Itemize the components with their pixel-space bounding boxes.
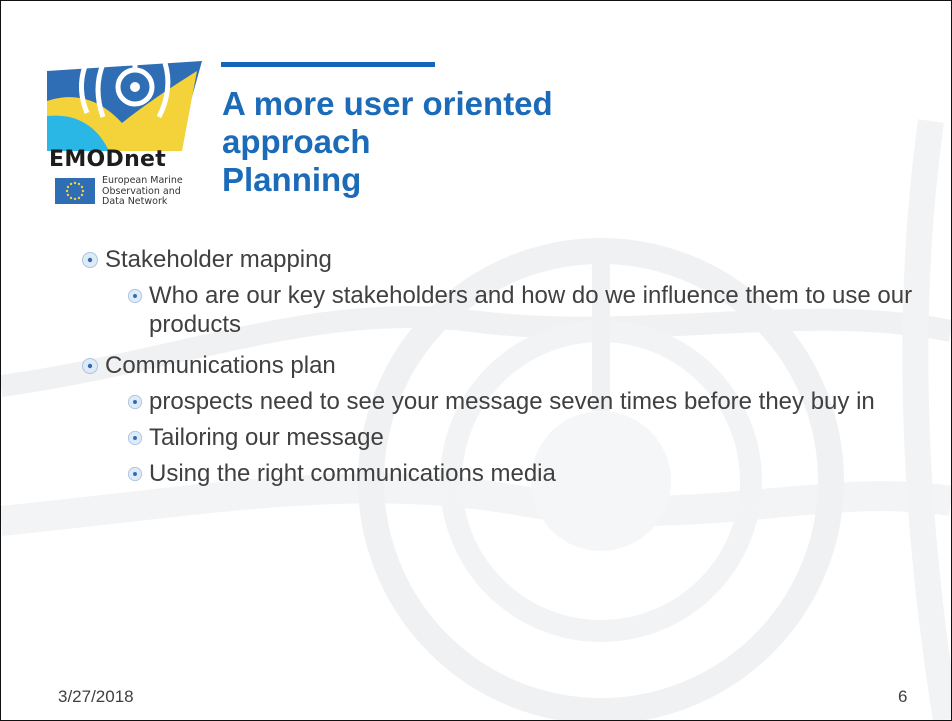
bullet-item: Stakeholder mapping: [81, 245, 921, 274]
logo-waves-icon: [47, 61, 202, 151]
bullet-icon: [82, 358, 98, 374]
bullet-icon: [127, 466, 143, 482]
footer-date: 3/27/2018: [58, 687, 134, 706]
sub-bullet-item: Tailoring our message: [127, 423, 921, 452]
sub-bullet-item: prospects need to see your message seven…: [127, 387, 921, 416]
sub-bullet-text: Tailoring our message: [149, 424, 384, 451]
eu-flag-icon: [55, 178, 95, 204]
bullet-icon: [127, 288, 143, 304]
sub-bullet-item: Who are our key stakeholders and how do …: [127, 281, 921, 339]
title-accent-bar: [221, 62, 435, 67]
emodnet-logo: EMODnet European Marine Observation and …: [47, 61, 207, 211]
bullet-icon: [127, 394, 143, 410]
bullet-list: Stakeholder mapping Who are our key stak…: [81, 245, 921, 488]
slide: EMODnet European Marine Observation and …: [0, 0, 952, 721]
bullet-item: Communications plan: [81, 351, 921, 380]
slide-title-line: approach: [222, 123, 371, 160]
sub-bullet-text: Who are our key stakeholders and how do …: [149, 282, 913, 338]
bullet-icon: [127, 430, 143, 446]
page-number: 6: [898, 687, 908, 706]
bullet-icon: [82, 252, 98, 268]
slide-title: A more user oriented approach Planning: [222, 85, 722, 199]
sub-bullet-item: Using the right communications media: [127, 459, 921, 488]
slide-title-line: Planning: [222, 161, 362, 198]
sub-bullet-text: Using the right communications media: [149, 460, 556, 487]
logo-subtitle-line: European Marine: [102, 175, 183, 186]
sub-bullet-text: prospects need to see your message seven…: [149, 388, 875, 415]
bullet-text: Stakeholder mapping: [105, 246, 332, 273]
logo-subtitle: European Marine Observation and Data Net…: [102, 175, 183, 208]
slide-title-line: A more user oriented: [222, 85, 553, 122]
logo-subtitle-line: Data Network: [102, 196, 168, 207]
logo-wordmark: EMODnet: [49, 147, 167, 172]
bullet-text: Communications plan: [105, 352, 336, 379]
